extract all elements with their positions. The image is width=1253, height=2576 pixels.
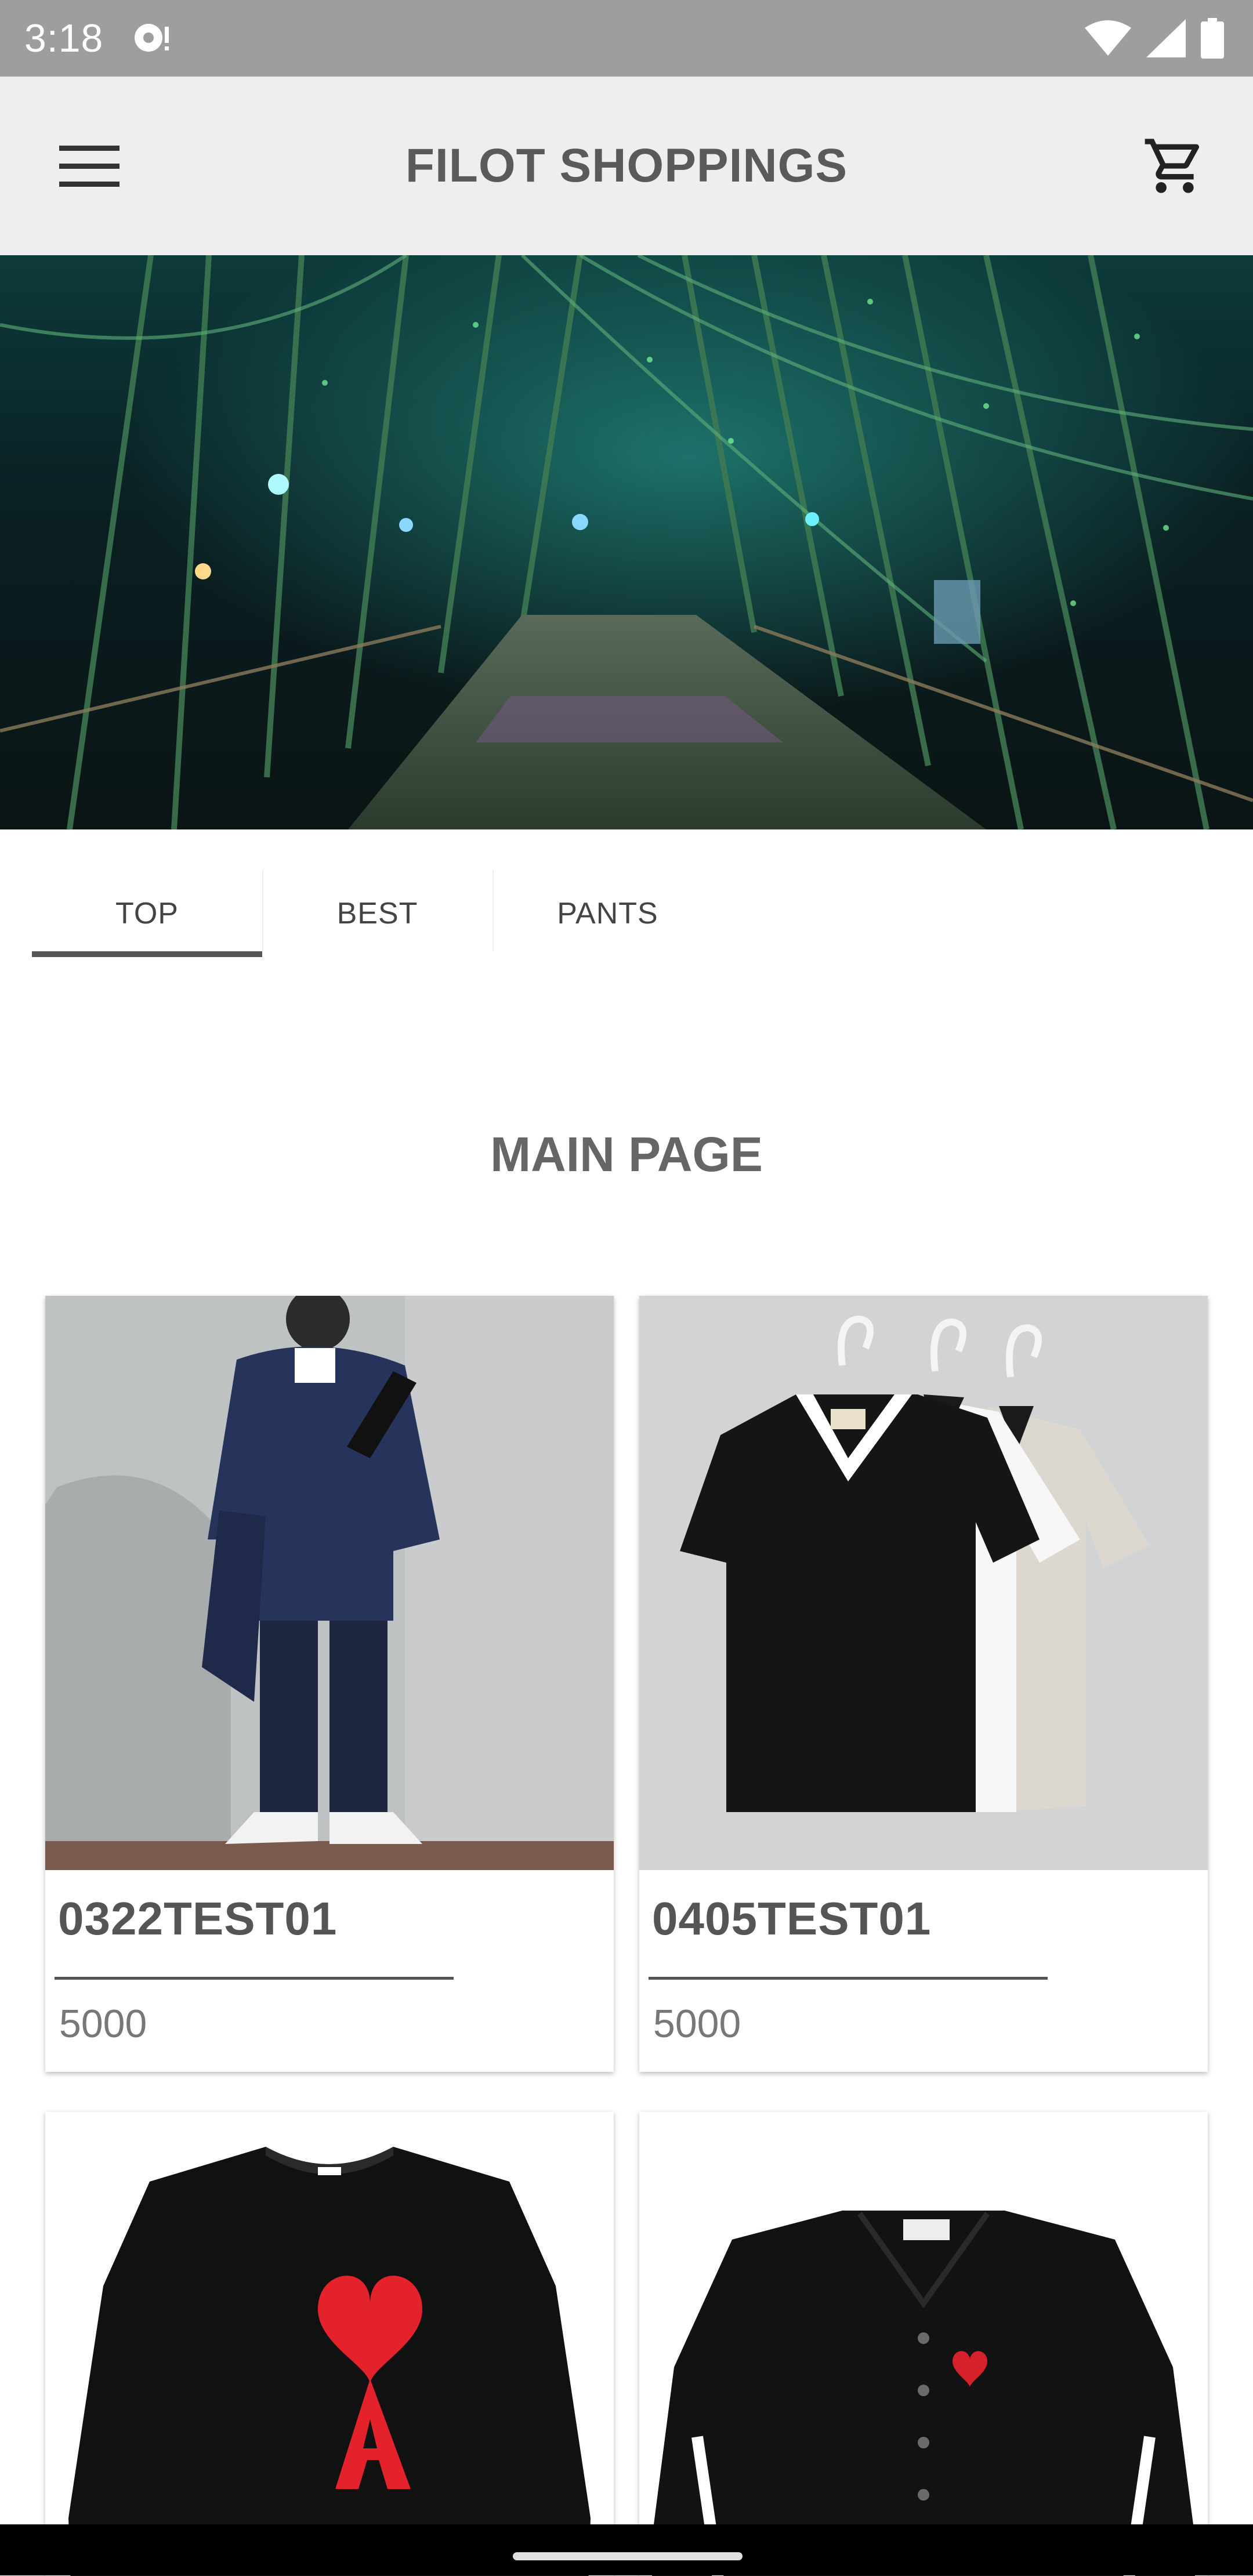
wifi-icon: [1085, 20, 1131, 56]
shopping-cart-icon: [1145, 139, 1200, 193]
page-heading: MAIN PAGE: [490, 1126, 763, 1182]
product-name-underline: [55, 1977, 454, 1980]
app-title: FILOT SHOPPINGS: [405, 139, 848, 192]
product-name: 0322TEST01: [58, 1893, 338, 1944]
hamburger-menu-icon: [59, 146, 119, 187]
product-card[interactable]: [639, 2112, 1208, 2576]
product-image: [639, 1296, 1208, 1870]
status-icons: [1085, 17, 1224, 59]
product-card[interactable]: [45, 2112, 614, 2576]
banner-image[interactable]: [0, 255, 1253, 829]
product-image: [45, 1296, 614, 1870]
tab-top[interactable]: TOP: [32, 870, 262, 957]
menu-button[interactable]: [41, 129, 138, 204]
gesture-nav-bar: [0, 2524, 1253, 2575]
product-price: 5000: [653, 2002, 741, 2046]
battery-icon: [1201, 18, 1224, 59]
product-name: 0405TEST01: [652, 1893, 932, 1944]
app-bar: FILOT SHOPPINGS: [0, 77, 1253, 255]
category-tabs: TOP BEST PANTS: [32, 870, 723, 957]
status-bar: 3:18: [0, 0, 1253, 77]
product-card[interactable]: 0405TEST01 5000: [639, 1296, 1208, 2072]
notification-icon: [135, 24, 169, 52]
status-time: 3:18: [24, 16, 104, 60]
product-name-underline: [649, 1977, 1048, 1980]
home-gesture-handle[interactable]: [513, 2552, 743, 2560]
tab-pants[interactable]: PANTS: [492, 870, 723, 957]
cart-button[interactable]: [1131, 125, 1218, 206]
cell-signal-icon: [1146, 19, 1186, 57]
product-image: [639, 2112, 1208, 2576]
product-card[interactable]: 0322TEST01 5000: [45, 1296, 614, 2072]
tab-best[interactable]: BEST: [262, 870, 492, 957]
bamboo-forest-photo: [0, 255, 1253, 829]
product-price: 5000: [59, 2002, 147, 2046]
product-image: [45, 2112, 614, 2576]
